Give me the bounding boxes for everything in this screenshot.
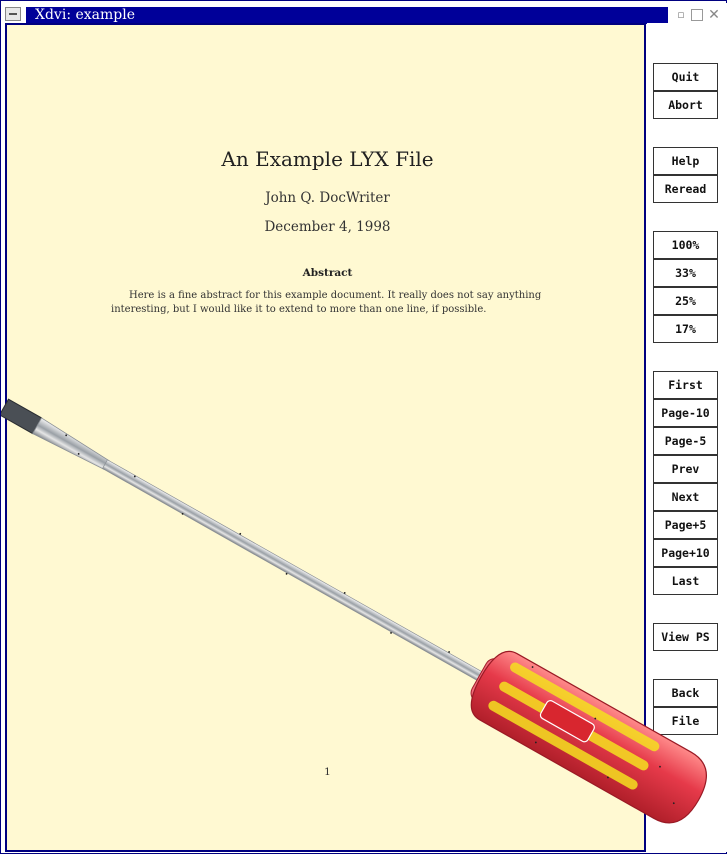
abort-button[interactable]: Abort [653, 91, 718, 119]
next-page-button[interactable]: Next [653, 483, 718, 511]
quit-button[interactable]: Quit [653, 63, 718, 91]
prev-page-button[interactable]: Prev [653, 455, 718, 483]
zoom-17-button[interactable]: 17% [653, 315, 718, 343]
button-panel: Quit Abort Help Reread 100% 33% 25% 17% … [647, 23, 727, 852]
reread-button[interactable]: Reread [653, 175, 718, 203]
view-ps-button[interactable]: View PS [653, 623, 718, 651]
dvi-page-view[interactable]: An Example LYX File John Q. DocWriter De… [5, 23, 646, 852]
last-page-button[interactable]: Last [653, 567, 718, 595]
page-plus-10-button[interactable]: Page+10 [653, 539, 718, 567]
close-icon[interactable]: ✕ [708, 8, 720, 22]
help-button[interactable]: Help [653, 147, 718, 175]
title-bar-fill: Xdvi: example [26, 7, 668, 24]
page-plus-5-button[interactable]: Page+5 [653, 511, 718, 539]
first-page-button[interactable]: First [653, 371, 718, 399]
document-title: An Example LYX File [221, 147, 434, 171]
page-minus-10-button[interactable]: Page-10 [653, 399, 718, 427]
file-button[interactable]: File [653, 707, 718, 735]
abstract-heading: Abstract [302, 267, 353, 279]
back-button[interactable]: Back [653, 679, 718, 707]
xdvi-window: Xdvi: example ▫ ✕ An Example LYX File Jo… [0, 0, 727, 854]
zoom-33-button[interactable]: 33% [653, 259, 718, 287]
document-author: John Q. DocWriter [265, 190, 390, 206]
page-number: 1 [324, 766, 331, 778]
document-date: December 4, 1998 [264, 219, 391, 235]
zoom-25-button[interactable]: 25% [653, 287, 718, 315]
window-title: Xdvi: example [35, 7, 136, 23]
maximize-icon[interactable] [691, 9, 703, 21]
zoom-100-button[interactable]: 100% [653, 231, 718, 259]
window-menu-icon[interactable] [5, 7, 21, 21]
minimize-icon[interactable]: ▫ [675, 9, 687, 21]
abstract-text: Here is a fine abstract for this example… [111, 290, 542, 315]
page-minus-5-button[interactable]: Page-5 [653, 427, 718, 455]
title-bar[interactable]: Xdvi: example ▫ ✕ [2, 3, 727, 24]
